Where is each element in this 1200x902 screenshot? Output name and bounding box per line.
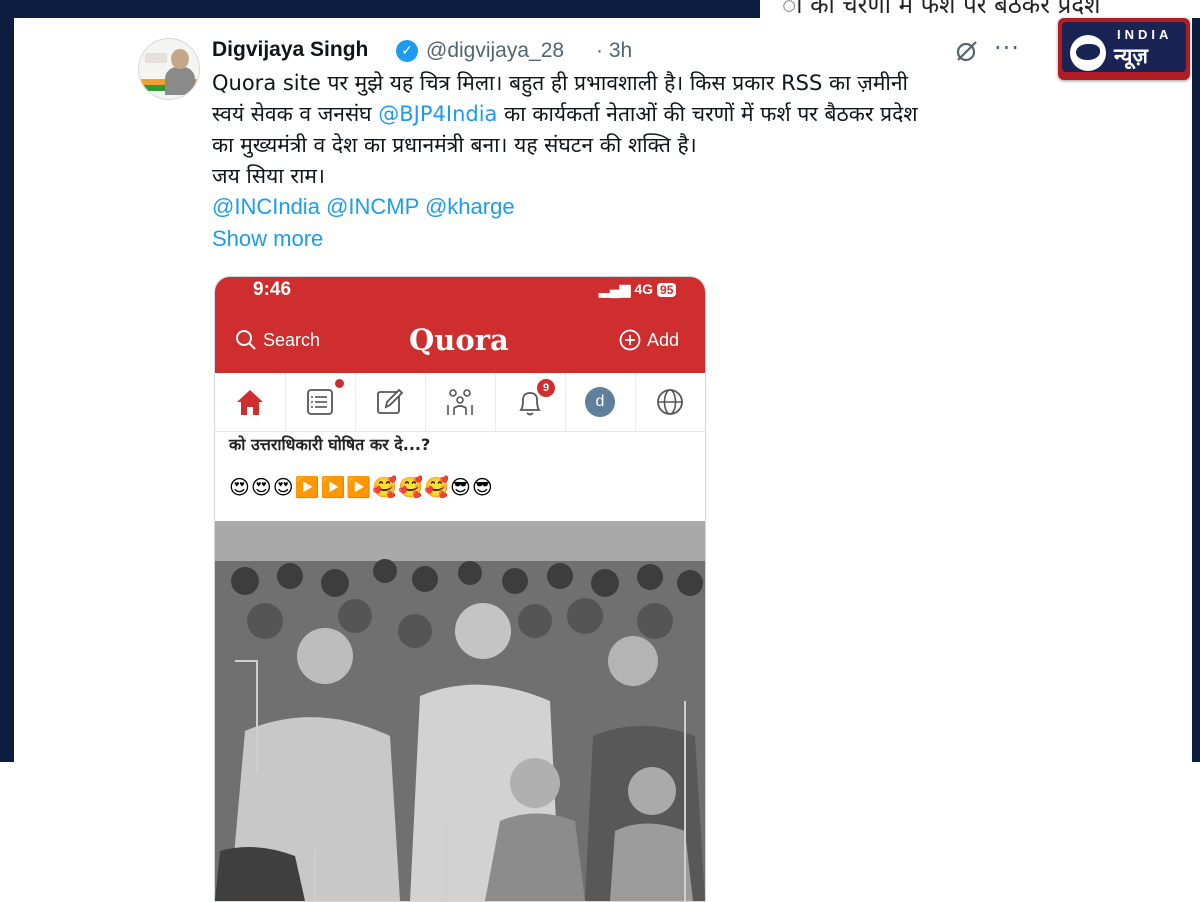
logo-text-news: न्यूज़	[1114, 44, 1148, 68]
globe-logo-icon	[1070, 35, 1106, 71]
tweet-line-2-start: स्वयं सेवक व जनसंघ	[212, 102, 379, 126]
globe-icon	[657, 389, 683, 415]
nav-profile[interactable]: d	[565, 373, 636, 431]
battery-icon: 95	[657, 283, 677, 297]
nav-spaces[interactable]	[425, 373, 496, 431]
tweet-line-1: Quora site पर मुझे यह चित्र मिला। बहुत ह…	[212, 71, 908, 95]
tweet-text: Quora site पर मुझे यह चित्र मिला। बहुत ह…	[212, 68, 1052, 192]
question-text[interactable]: को उत्तराधिकारी घोषित कर दे...?	[229, 433, 430, 455]
tweet-line-2-end: का कार्यकर्ता नेताओं की चरणों में फर्श प…	[497, 102, 918, 126]
feed-notification-dot	[335, 379, 344, 388]
quora-logo: Quora	[409, 323, 509, 357]
show-more-link[interactable]: Show more	[212, 226, 323, 252]
signal-icon: ▂▄▆	[599, 281, 635, 297]
background-band-right	[1192, 0, 1200, 762]
add-label: Add	[647, 330, 680, 350]
author-display-name[interactable]: Digvijaya Singh	[212, 38, 368, 62]
grok-icon[interactable]	[954, 38, 980, 64]
nav-answer[interactable]	[355, 373, 426, 431]
emoji-row: 😍😍😍▶️▶️▶️🥰🥰🥰😎😎	[229, 475, 494, 499]
status-time: 9:46	[253, 279, 292, 300]
background-band-left	[0, 0, 14, 762]
author-handle[interactable]: @digvijaya_28	[426, 39, 564, 63]
background-headline-text: ो की चरणों में फर्श पर बैठकर प्रदेश	[782, 0, 1101, 18]
network-label: 4G	[634, 281, 654, 297]
tweet-timestamp[interactable]: · 3h	[596, 39, 632, 63]
mention-tags[interactable]: @INCIndia @INCMP @kharge	[212, 194, 515, 220]
archival-photo	[215, 521, 705, 901]
logo-text-india: INDIA	[1117, 27, 1173, 42]
nav-notifications[interactable]: 9	[495, 373, 566, 431]
tweet-line-4: जय सिया राम।	[212, 164, 325, 188]
quora-header: 9:46 ▂▄▆ 4G 95 Search Quora Add	[215, 277, 705, 373]
tweet-line-3: का मुख्यमंत्री व देश का प्रधानमंत्री बना…	[212, 133, 697, 157]
india-news-logo: INDIA न्यूज़	[1058, 18, 1190, 80]
notification-count-badge: 9	[537, 379, 555, 397]
attached-screenshot[interactable]: 9:46 ▂▄▆ 4G 95 Search Quora Add 9 d को उ…	[214, 276, 706, 902]
search-icon	[236, 330, 256, 350]
profile-avatar: d	[585, 387, 615, 417]
tweet-line-2: स्वयं सेवक व जनसंघ @BJP4India का कार्यकर…	[212, 99, 1052, 130]
nav-languages[interactable]	[635, 373, 705, 431]
quora-search-button[interactable]: Search	[235, 329, 320, 351]
author-avatar[interactable]	[138, 38, 200, 100]
more-options-icon[interactable]: ···	[994, 34, 1020, 62]
nav-home[interactable]	[215, 373, 286, 431]
status-indicators: ▂▄▆ 4G 95	[599, 281, 677, 298]
nav-following[interactable]	[285, 373, 356, 431]
spaces-icon	[447, 389, 473, 415]
home-icon	[237, 390, 263, 415]
write-icon	[377, 388, 404, 414]
mention-bjp4india[interactable]: @BJP4India	[378, 102, 497, 126]
quora-nav-bar: 9 d	[215, 373, 705, 432]
background-headline-strip: ो की चरणों में फर्श पर बैठकर प्रदेश	[760, 0, 1200, 18]
verified-badge-icon: ✓	[396, 40, 418, 62]
feed-icon	[307, 389, 333, 415]
search-label: Search	[263, 330, 321, 350]
plus-circle-icon	[619, 329, 641, 351]
tweet-card: Digvijaya Singh ✓ @digvijaya_28 · 3h ···…	[14, 18, 1058, 902]
quora-add-button[interactable]: Add	[619, 329, 679, 351]
